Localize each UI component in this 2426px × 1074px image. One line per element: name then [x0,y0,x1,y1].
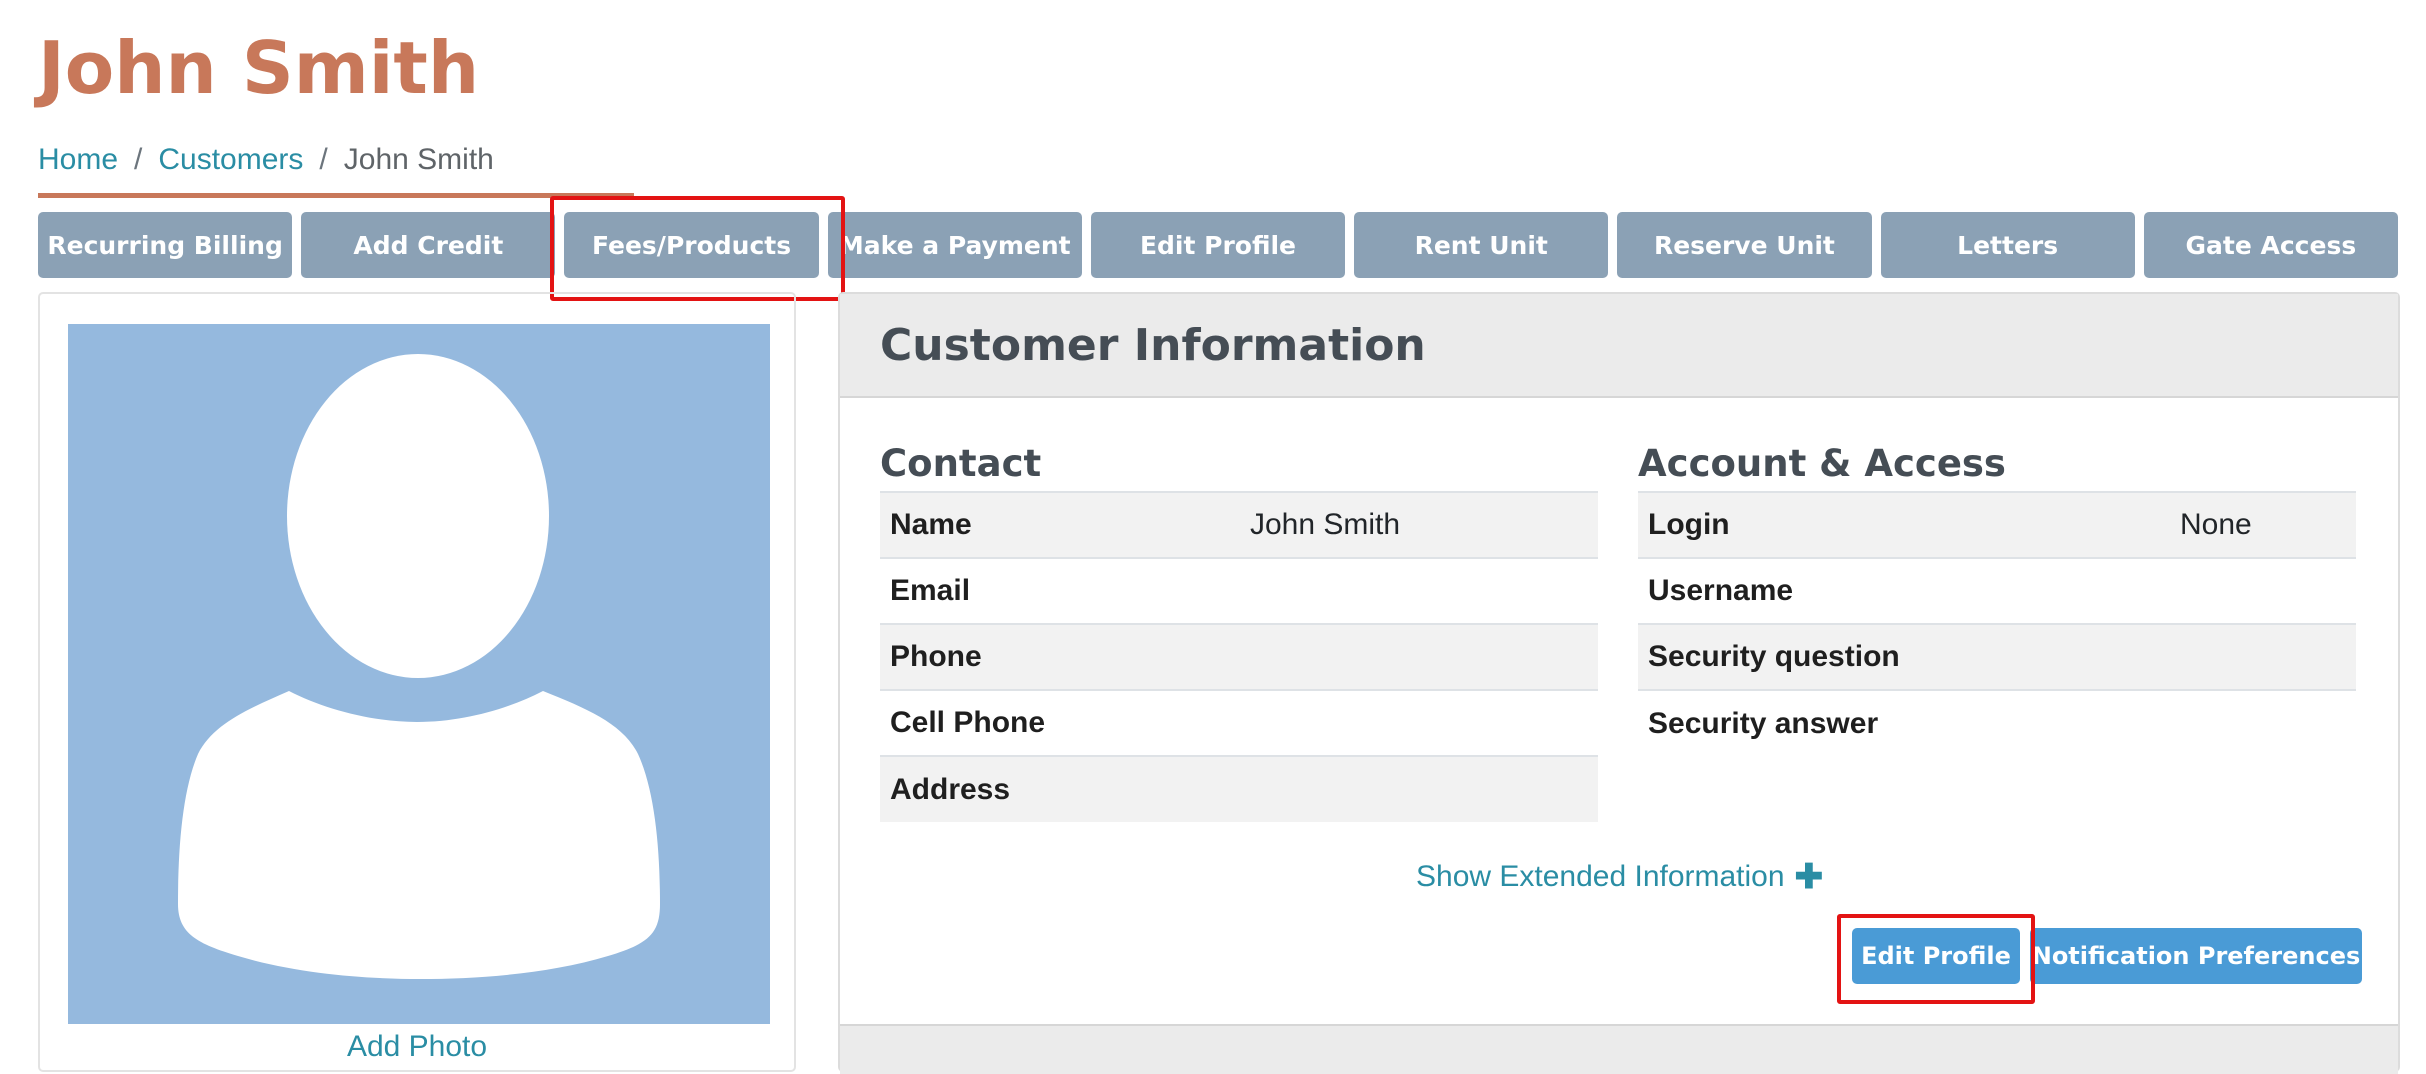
cell-phone-label: Cell Phone [880,689,1240,756]
breadcrumb-customers-link[interactable]: Customers [158,143,303,177]
next-panel-header [840,1024,2398,1074]
notification-preferences-button[interactable]: Notification Preferences [2030,928,2362,984]
security-answer-label: Security answer [1638,689,2170,756]
name-label: Name [880,491,1240,558]
account-section: Account & Access Login None Username Sec… [1638,439,2356,756]
username-value [2170,557,2356,624]
username-label: Username [1638,557,2170,624]
table-row: Email [880,557,1598,624]
account-table: Login None Username Security question Se… [1638,491,2356,756]
customer-info-card: Customer Information Contact Name John S… [838,292,2400,1074]
login-value: None [2170,491,2356,558]
add-photo-link[interactable]: Add Photo [40,1030,794,1064]
table-row: Cell Phone [880,689,1598,756]
title-underline [38,193,634,198]
make-payment-button[interactable]: Make a Payment [827,212,1082,278]
contact-section: Contact Name John Smith Email Phone Cell… [880,439,1598,822]
show-extended-info-label: Show Extended Information [1416,860,1785,893]
person-silhouette-icon[interactable] [68,324,770,1024]
email-label: Email [880,557,1240,624]
table-row: Login None [1638,491,2356,558]
breadcrumb-separator: / [134,143,143,176]
edit-profile-button[interactable]: Edit Profile [1852,928,2020,984]
breadcrumb-home-link[interactable]: Home [38,143,118,177]
fees-products-button[interactable]: Fees/Products [564,212,819,278]
letters-button[interactable]: Letters [1880,212,2135,278]
security-answer-value [2170,689,2356,756]
reserve-unit-button[interactable]: Reserve Unit [1617,212,1872,278]
contact-table: Name John Smith Email Phone Cell Phone A… [880,491,1598,822]
login-label: Login [1638,491,2170,558]
gate-access-button[interactable]: Gate Access [2143,212,2398,278]
table-row: Username [1638,557,2356,624]
breadcrumb-separator: / [319,143,328,176]
add-credit-button[interactable]: Add Credit [301,212,556,278]
email-value [1240,557,1598,624]
customer-info-header: Customer Information [840,294,2398,398]
security-question-value [2170,623,2356,690]
contact-heading: Contact [880,442,1042,485]
plus-icon: ✚ [1794,858,1824,896]
recurring-billing-button[interactable]: Recurring Billing [38,212,293,278]
address-value [1240,755,1598,822]
breadcrumb: Home / Customers / John Smith [38,138,494,182]
edit-profile-tab-button[interactable]: Edit Profile [1090,212,1346,278]
photo-card: Add Photo [38,292,796,1072]
page-title: John Smith [38,26,480,110]
address-label: Address [880,755,1240,822]
account-heading: Account & Access [1638,442,2006,485]
phone-label: Phone [880,623,1240,690]
table-row: Security answer [1638,689,2356,756]
table-row: Security question [1638,623,2356,690]
show-extended-info-link[interactable]: Show Extended Information ✚ [1416,860,1823,894]
name-value: John Smith [1240,491,1598,558]
table-row: Name John Smith [880,491,1598,558]
table-row: Phone [880,623,1598,690]
customer-info-title: Customer Information [880,320,1426,371]
action-toolbar: Recurring Billing Add Credit Fees/Produc… [38,212,2398,278]
phone-value [1240,623,1598,690]
cell-phone-value [1240,689,1598,756]
table-row: Address [880,755,1598,822]
breadcrumb-current: John Smith [343,143,494,176]
security-question-label: Security question [1638,623,2170,690]
rent-unit-button[interactable]: Rent Unit [1354,212,1609,278]
